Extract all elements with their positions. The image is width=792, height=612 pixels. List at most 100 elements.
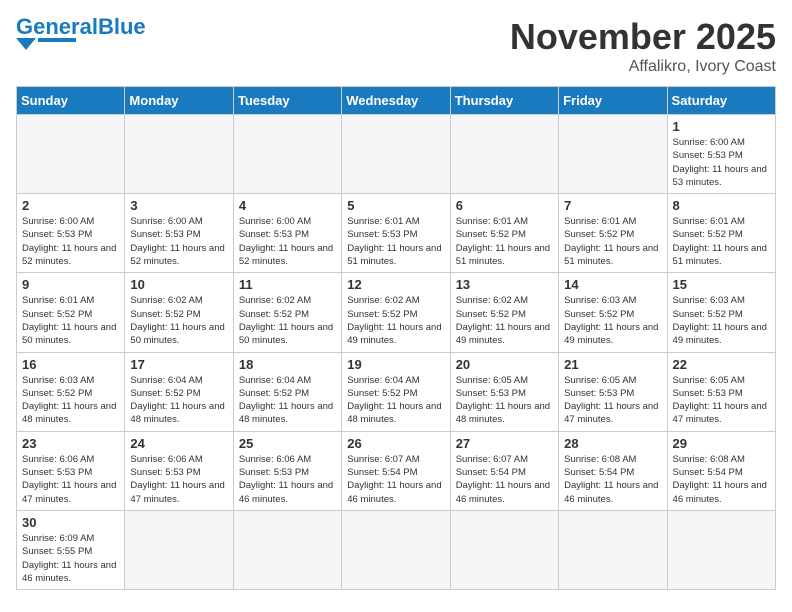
day-info: Sunrise: 6:03 AMSunset: 5:52 PMDaylight:… [673, 294, 770, 347]
day-info: Sunrise: 6:06 AMSunset: 5:53 PMDaylight:… [22, 453, 119, 506]
day-number: 23 [22, 436, 119, 451]
day-info: Sunrise: 6:01 AMSunset: 5:53 PMDaylight:… [347, 215, 444, 268]
day-of-week-header: Saturday [667, 87, 775, 115]
calendar-day-cell: 18Sunrise: 6:04 AMSunset: 5:52 PMDayligh… [233, 352, 341, 431]
day-info: Sunrise: 6:01 AMSunset: 5:52 PMDaylight:… [673, 215, 770, 268]
calendar-day-cell [125, 115, 233, 194]
day-number: 28 [564, 436, 661, 451]
day-info: Sunrise: 6:03 AMSunset: 5:52 PMDaylight:… [564, 294, 661, 347]
day-number: 29 [673, 436, 770, 451]
day-number: 26 [347, 436, 444, 451]
calendar-day-cell: 27Sunrise: 6:07 AMSunset: 5:54 PMDayligh… [450, 431, 558, 510]
day-number: 11 [239, 277, 336, 292]
calendar-day-cell: 17Sunrise: 6:04 AMSunset: 5:52 PMDayligh… [125, 352, 233, 431]
day-number: 6 [456, 198, 553, 213]
day-info: Sunrise: 6:00 AMSunset: 5:53 PMDaylight:… [239, 215, 336, 268]
day-number: 7 [564, 198, 661, 213]
calendar-week-row: 23 Sunrise: 6:06 AMSunset: 5:53 PMDayligh… [17, 431, 776, 510]
day-info: Sunrise: 6:05 AMSunset: 5:53 PMDaylight:… [564, 374, 661, 427]
calendar-day-cell: 9 Sunrise: 6:01 AMSunset: 5:52 PMDaylight… [17, 273, 125, 352]
day-info: Sunrise: 6:01 AMSunset: 5:52 PMDaylight:… [564, 215, 661, 268]
day-number: 25 [239, 436, 336, 451]
calendar-day-cell: 5Sunrise: 6:01 AMSunset: 5:53 PMDaylight… [342, 194, 450, 273]
day-info: Sunrise: 6:09 AMSunset: 5:55 PMDaylight:… [22, 532, 119, 585]
day-number: 10 [130, 277, 227, 292]
day-of-week-header: Monday [125, 87, 233, 115]
day-info: Sunrise: 6:06 AMSunset: 5:53 PMDaylight:… [239, 453, 336, 506]
day-number: 20 [456, 357, 553, 372]
day-number: 21 [564, 357, 661, 372]
calendar-day-cell [233, 115, 341, 194]
calendar-day-cell: 8Sunrise: 6:01 AMSunset: 5:52 PMDaylight… [667, 194, 775, 273]
calendar-day-cell [667, 510, 775, 589]
calendar-day-cell [450, 115, 558, 194]
calendar-day-cell: 23 Sunrise: 6:06 AMSunset: 5:53 PMDayligh… [17, 431, 125, 510]
calendar-day-cell: 29 Sunrise: 6:08 AMSunset: 5:54 PMDayligh… [667, 431, 775, 510]
day-info: Sunrise: 6:06 AMSunset: 5:53 PMDaylight:… [130, 453, 227, 506]
calendar-day-cell: 26Sunrise: 6:07 AMSunset: 5:54 PMDayligh… [342, 431, 450, 510]
calendar-day-cell [342, 115, 450, 194]
day-info: Sunrise: 6:02 AMSunset: 5:52 PMDaylight:… [130, 294, 227, 347]
day-info: Sunrise: 6:04 AMSunset: 5:52 PMDaylight:… [130, 374, 227, 427]
day-number: 14 [564, 277, 661, 292]
calendar-day-cell: 4Sunrise: 6:00 AMSunset: 5:53 PMDaylight… [233, 194, 341, 273]
day-number: 1 [673, 119, 770, 134]
day-info: Sunrise: 6:01 AMSunset: 5:52 PMDaylight:… [22, 294, 119, 347]
calendar-day-cell: 30 Sunrise: 6:09 AMSunset: 5:55 PMDayligh… [17, 510, 125, 589]
day-info: Sunrise: 6:00 AMSunset: 5:53 PMDaylight:… [673, 136, 770, 189]
day-number: 15 [673, 277, 770, 292]
calendar-day-cell: 6 Sunrise: 6:01 AMSunset: 5:52 PMDaylight… [450, 194, 558, 273]
calendar-week-row: 9 Sunrise: 6:01 AMSunset: 5:52 PMDaylight… [17, 273, 776, 352]
calendar-day-cell [559, 510, 667, 589]
calendar-day-cell: 20 Sunrise: 6:05 AMSunset: 5:53 PMDayligh… [450, 352, 558, 431]
day-info: Sunrise: 6:05 AMSunset: 5:53 PMDaylight:… [673, 374, 770, 427]
day-number: 9 [22, 277, 119, 292]
calendar-day-cell [125, 510, 233, 589]
calendar-day-cell: 3 Sunrise: 6:00 AMSunset: 5:53 PMDaylight… [125, 194, 233, 273]
logo-text: GeneralBlue [16, 16, 146, 38]
calendar-day-cell: 24 Sunrise: 6:06 AMSunset: 5:53 PMDayligh… [125, 431, 233, 510]
day-info: Sunrise: 6:08 AMSunset: 5:54 PMDaylight:… [564, 453, 661, 506]
calendar-header-row: SundayMondayTuesdayWednesdayThursdayFrid… [17, 87, 776, 115]
day-number: 30 [22, 515, 119, 530]
calendar-week-row: 1 Sunrise: 6:00 AMSunset: 5:53 PMDaylight… [17, 115, 776, 194]
day-info: Sunrise: 6:04 AMSunset: 5:52 PMDaylight:… [239, 374, 336, 427]
calendar-day-cell: 19Sunrise: 6:04 AMSunset: 5:52 PMDayligh… [342, 352, 450, 431]
day-of-week-header: Friday [559, 87, 667, 115]
day-info: Sunrise: 6:02 AMSunset: 5:52 PMDaylight:… [347, 294, 444, 347]
day-number: 22 [673, 357, 770, 372]
day-info: Sunrise: 6:01 AMSunset: 5:52 PMDaylight:… [456, 215, 553, 268]
calendar-day-cell: 10 Sunrise: 6:02 AMSunset: 5:52 PMDayligh… [125, 273, 233, 352]
day-number: 13 [456, 277, 553, 292]
logo-general: General [16, 14, 98, 39]
location-subtitle: Affalikro, Ivory Coast [510, 58, 776, 76]
calendar-day-cell [559, 115, 667, 194]
calendar-day-cell: 22 Sunrise: 6:05 AMSunset: 5:53 PMDayligh… [667, 352, 775, 431]
logo-blue: Blue [98, 14, 146, 39]
day-info: Sunrise: 6:08 AMSunset: 5:54 PMDaylight:… [673, 453, 770, 506]
calendar-day-cell [450, 510, 558, 589]
calendar-table: SundayMondayTuesdayWednesdayThursdayFrid… [16, 86, 776, 590]
day-of-week-header: Wednesday [342, 87, 450, 115]
day-info: Sunrise: 6:05 AMSunset: 5:53 PMDaylight:… [456, 374, 553, 427]
calendar-day-cell [17, 115, 125, 194]
day-info: Sunrise: 6:00 AMSunset: 5:53 PMDaylight:… [22, 215, 119, 268]
calendar-day-cell: 1 Sunrise: 6:00 AMSunset: 5:53 PMDaylight… [667, 115, 775, 194]
day-info: Sunrise: 6:02 AMSunset: 5:52 PMDaylight:… [456, 294, 553, 347]
day-number: 3 [130, 198, 227, 213]
day-of-week-header: Sunday [17, 87, 125, 115]
title-area: November 2025 Affalikro, Ivory Coast [510, 16, 776, 76]
day-of-week-header: Tuesday [233, 87, 341, 115]
day-info: Sunrise: 6:07 AMSunset: 5:54 PMDaylight:… [456, 453, 553, 506]
day-info: Sunrise: 6:00 AMSunset: 5:53 PMDaylight:… [130, 215, 227, 268]
logo: GeneralBlue [16, 16, 146, 56]
day-number: 24 [130, 436, 227, 451]
calendar-week-row: 30 Sunrise: 6:09 AMSunset: 5:55 PMDayligh… [17, 510, 776, 589]
day-number: 2 [22, 198, 119, 213]
day-info: Sunrise: 6:02 AMSunset: 5:52 PMDaylight:… [239, 294, 336, 347]
page-header: GeneralBlue November 2025 Affalikro, Ivo… [16, 16, 776, 76]
calendar-day-cell: 13 Sunrise: 6:02 AMSunset: 5:52 PMDayligh… [450, 273, 558, 352]
day-number: 12 [347, 277, 444, 292]
calendar-week-row: 16Sunrise: 6:03 AMSunset: 5:52 PMDayligh… [17, 352, 776, 431]
day-info: Sunrise: 6:04 AMSunset: 5:52 PMDaylight:… [347, 374, 444, 427]
